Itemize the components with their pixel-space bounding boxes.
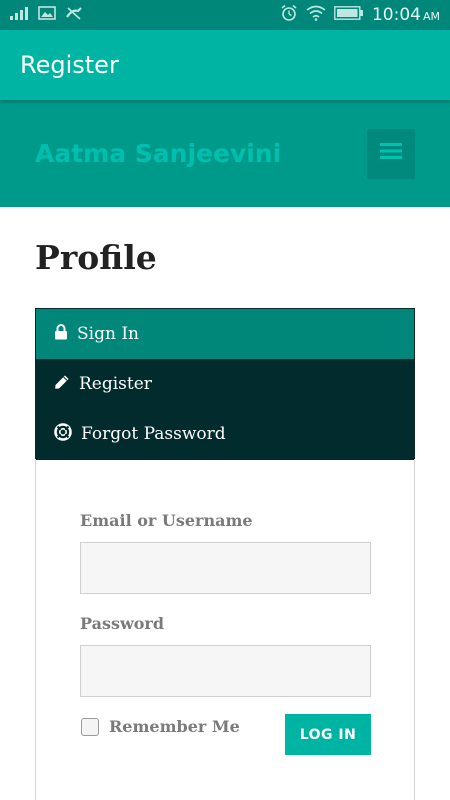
alarm-icon: [280, 4, 298, 27]
page-title: Profile: [35, 238, 157, 277]
lock-icon: [54, 323, 77, 345]
password-label: Password: [80, 614, 165, 633]
remember-me-checkbox[interactable]: [81, 717, 99, 736]
app-bar: Register: [0, 30, 450, 100]
signal-icon: [10, 6, 30, 25]
site-header: Aatma Sanjeevini: [0, 100, 450, 207]
email-input[interactable]: [80, 542, 371, 594]
menu-toggle-button[interactable]: [367, 128, 415, 179]
app-bar-title: Register: [20, 51, 119, 79]
remember-me[interactable]: Remember Me: [81, 717, 240, 736]
status-time: 10:04 AM: [372, 5, 440, 25]
status-time-value: 10:04: [371, 5, 421, 25]
login-button[interactable]: LOG IN: [285, 714, 371, 755]
pencil-icon: [54, 374, 79, 395]
wifi-icon: [306, 5, 326, 26]
sign-in-form: Email or Username Password Remember Me L…: [35, 459, 415, 800]
status-left: [10, 5, 84, 26]
email-label: Email or Username: [80, 511, 253, 530]
status-bar: 10:04 AM: [0, 0, 450, 30]
battery-icon: [334, 5, 364, 25]
profile-tabs: Sign In Register Forgot Password: [35, 308, 415, 460]
hamburger-menu-icon: [380, 142, 402, 165]
remember-me-label: Remember Me: [109, 717, 240, 736]
image-icon: [38, 5, 56, 25]
call-missed-icon: [64, 5, 84, 26]
status-time-ampm: AM: [422, 10, 440, 23]
tab-forgot-password[interactable]: Forgot Password: [36, 409, 414, 459]
status-right: 10:04 AM: [280, 4, 440, 27]
tab-register[interactable]: Register: [36, 359, 414, 409]
tab-sign-in[interactable]: Sign In: [36, 309, 414, 359]
lifebuoy-icon: [54, 422, 81, 446]
tab-sign-in-label: Sign In: [77, 324, 139, 344]
tab-register-label: Register: [79, 374, 152, 394]
password-input[interactable]: [80, 645, 371, 697]
site-brand[interactable]: Aatma Sanjeevini: [35, 139, 281, 168]
tab-forgot-password-label: Forgot Password: [81, 424, 226, 444]
